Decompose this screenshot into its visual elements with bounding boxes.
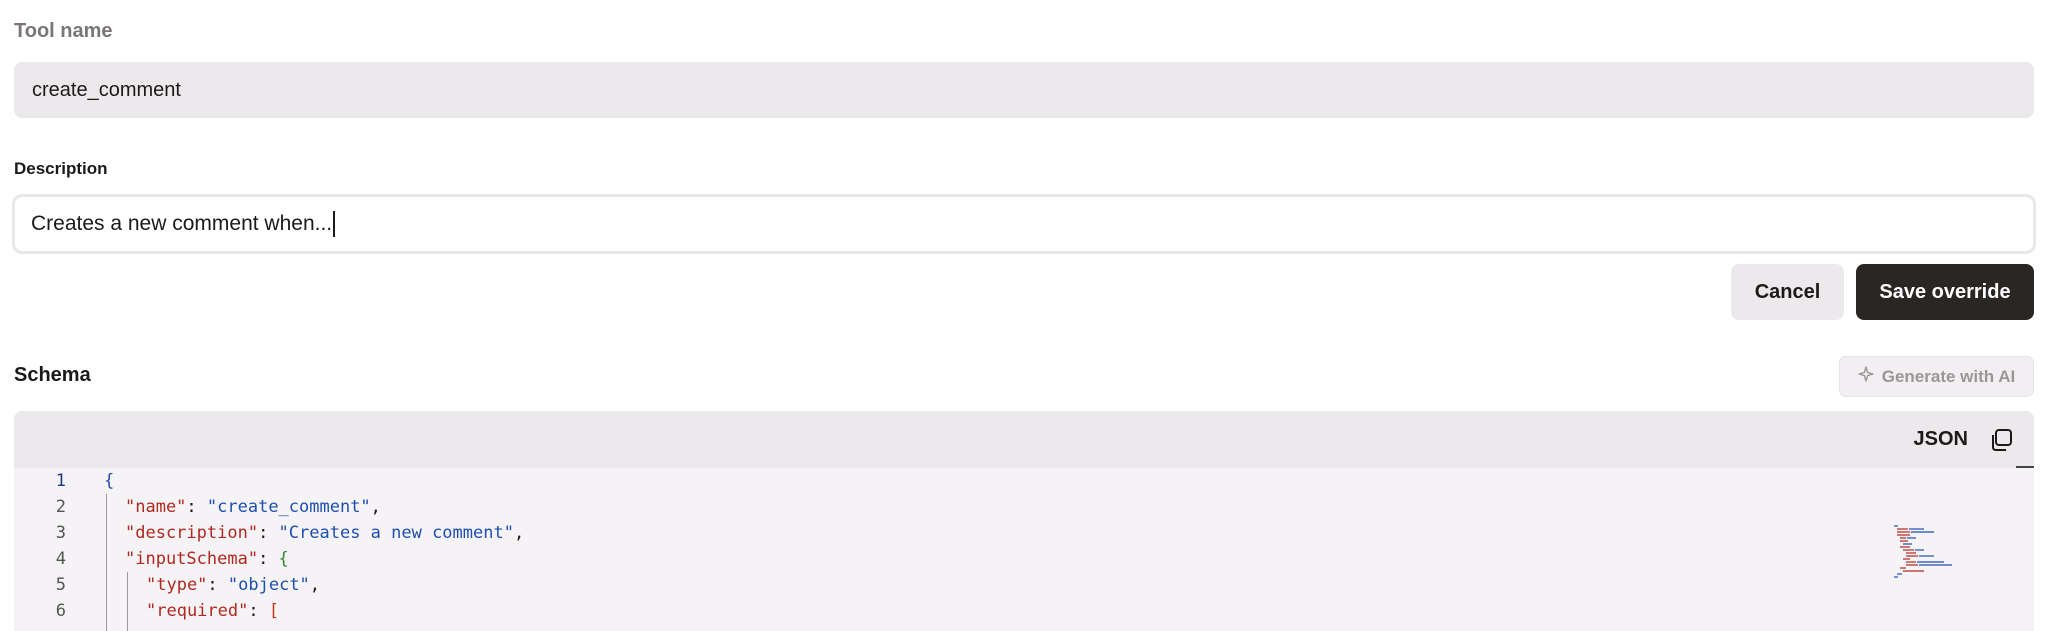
scrollbar-indicator[interactable] [2016,466,2034,468]
code-key: "description" [125,523,259,543]
description-value: Creates a new comment when... [31,212,333,235]
code-value: "object" [227,575,310,595]
generate-with-ai-button[interactable]: Generate with AI [1839,356,2034,397]
text-caret [333,211,336,237]
code-value: { [278,549,289,569]
code-editor[interactable]: JSON 1 { 2 "name": "create_comment", 3 "… [14,411,2034,631]
line-number: 6 [55,601,66,621]
line-number: 5 [55,575,66,595]
description-input[interactable]: Creates a new comment when... [12,194,2036,254]
generate-label: Generate with AI [1881,366,2016,386]
code-key: "inputSchema" [125,549,259,569]
language-label: JSON [1913,428,1968,450]
code-value: "Creates a new comment" [278,523,514,543]
tool-name-field: create_comment [14,62,2034,118]
code-key: "required" [146,601,249,621]
code-key: "type" [146,575,208,595]
indent-guide [127,572,128,631]
description-label: Description [14,159,108,178]
tool-name-value: create_comment [32,78,181,101]
line-number: 1 [55,471,66,491]
line-number: 4 [55,549,66,569]
tool-name-label: Tool name [14,20,113,42]
editor-minimap[interactable] [1894,524,1984,604]
sparkle-icon [1858,366,1874,387]
editor-header: JSON [14,411,2034,468]
code-token: { [104,471,115,491]
copy-icon[interactable] [1988,427,2014,453]
code-value: [ [268,601,280,621]
cancel-button[interactable]: Cancel [1731,264,1844,320]
indent-guide [106,494,107,631]
save-override-button[interactable]: Save override [1856,264,2034,320]
code-key: "name" [125,497,187,517]
code-value: "create_comment" [206,497,371,517]
line-number: 3 [55,523,66,543]
line-number: 2 [55,497,66,517]
schema-title: Schema [14,364,91,386]
